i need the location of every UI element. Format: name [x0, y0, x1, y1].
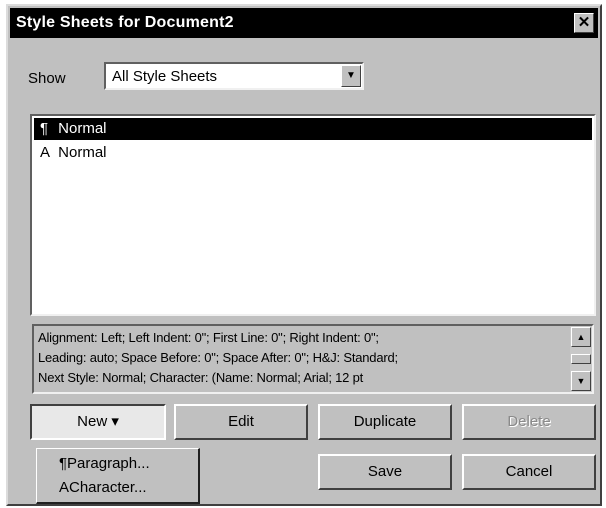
list-item-label: Normal	[58, 120, 107, 137]
arrow-down-icon: ▼	[576, 376, 586, 386]
style-description: Alignment: Left; Left Indent: 0"; First …	[32, 324, 594, 394]
menu-item-paragraph[interactable]: ¶Paragraph...	[59, 455, 150, 472]
scroll-up-button[interactable]: ▲	[571, 327, 591, 347]
description-line: Leading: auto; Space Before: 0"; Space A…	[38, 350, 398, 365]
dropdown-arrow-button[interactable]: ▼	[341, 65, 361, 87]
description-scrollbar[interactable]: ▲ ▼	[570, 326, 592, 392]
style-sheets-dialog: Style Sheets for Document2 ✕ Show All St…	[6, 4, 602, 506]
close-button[interactable]: ✕	[574, 13, 594, 33]
show-dropdown[interactable]: All Style Sheets ▼	[104, 62, 364, 90]
list-item-label: Normal	[58, 144, 107, 161]
scroll-thumb[interactable]	[571, 354, 591, 364]
show-label: Show	[28, 70, 66, 87]
edit-button[interactable]: Edit	[174, 404, 308, 440]
list-item-normal-character[interactable]: A Normal	[34, 142, 592, 164]
save-button[interactable]: Save	[318, 454, 452, 490]
chevron-down-icon: ▼	[346, 70, 356, 81]
pilcrow-icon: ¶	[40, 120, 49, 137]
scroll-down-button[interactable]: ▼	[571, 371, 591, 391]
menu-item-character[interactable]: ACharacter...	[59, 479, 147, 496]
list-item-normal-paragraph[interactable]: ¶ Normal	[34, 118, 592, 140]
description-line: Alignment: Left; Left Indent: 0"; First …	[38, 330, 379, 345]
close-icon: ✕	[577, 14, 591, 31]
window-title: Style Sheets for Document2	[16, 14, 234, 31]
style-list[interactable]: ¶ Normal A Normal	[30, 114, 596, 316]
description-line: Next Style: Normal; Character: (Name: No…	[38, 370, 364, 385]
cancel-button[interactable]: Cancel	[462, 454, 596, 490]
duplicate-button[interactable]: Duplicate	[318, 404, 452, 440]
delete-button[interactable]: Delete	[462, 404, 596, 440]
show-dropdown-value: All Style Sheets	[112, 68, 218, 85]
new-style-menu: ¶Paragraph... ACharacter...	[36, 448, 200, 504]
character-style-icon: A	[40, 144, 51, 161]
arrow-up-icon: ▲	[576, 332, 586, 342]
title-bar[interactable]: Style Sheets for Document2 ✕	[10, 8, 598, 38]
new-button[interactable]: New ▾	[30, 404, 166, 440]
